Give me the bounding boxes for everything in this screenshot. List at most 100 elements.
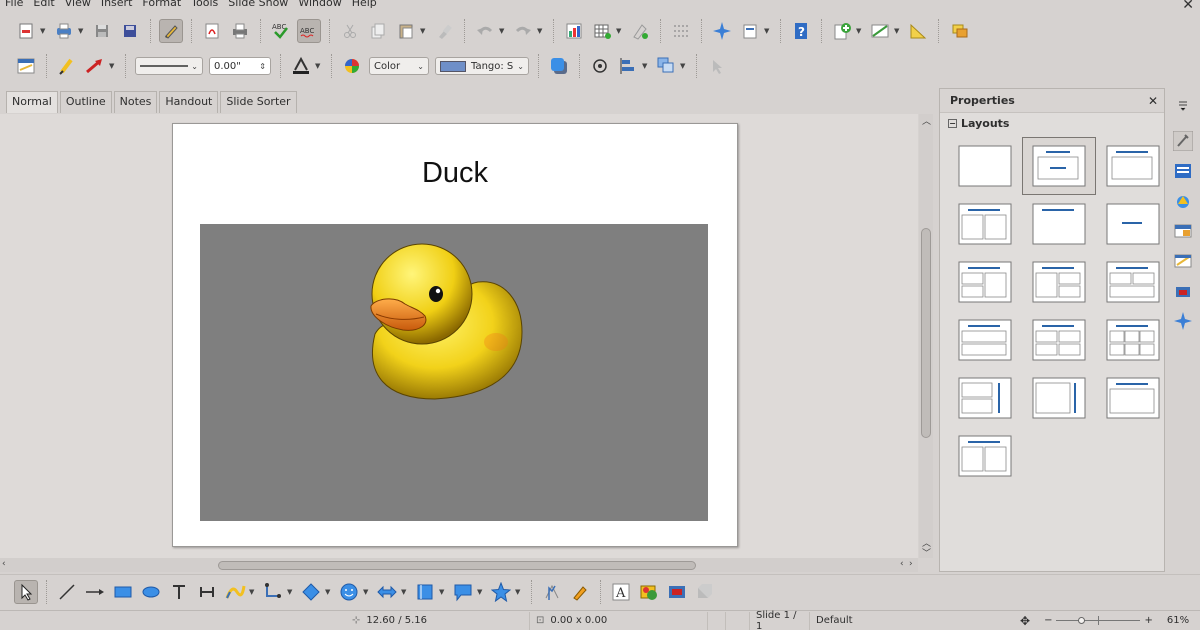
paste-dropdown-arrow[interactable]: ▼ bbox=[420, 27, 428, 35]
tab-slide-sorter[interactable]: Slide Sorter bbox=[220, 91, 297, 113]
zoom-slider[interactable] bbox=[1056, 615, 1141, 626]
area-style-select[interactable]: Color ⌄ bbox=[369, 57, 429, 75]
start-slideshow-button[interactable] bbox=[947, 19, 971, 43]
new-document-button[interactable] bbox=[14, 19, 38, 43]
points-button[interactable] bbox=[540, 580, 564, 604]
area-fill-button[interactable] bbox=[340, 54, 364, 78]
menu-file[interactable]: File bbox=[0, 0, 28, 8]
auto-spellcheck-button[interactable]: ABC bbox=[297, 19, 321, 43]
zoom-out-icon[interactable]: − bbox=[1044, 615, 1052, 626]
document-modified-indicator[interactable] bbox=[708, 611, 726, 630]
layouts-section-header[interactable]: − Layouts bbox=[940, 113, 1164, 133]
table-dropdown-arrow[interactable]: ▼ bbox=[616, 27, 624, 35]
line-color-dropdown-arrow[interactable]: ▼ bbox=[315, 62, 323, 70]
tab-handout[interactable]: Handout bbox=[159, 91, 219, 113]
collapse-icon[interactable]: − bbox=[948, 118, 957, 128]
scroll-up-icon[interactable]: ︿ bbox=[922, 114, 931, 127]
scroll-right-icon[interactable]: › bbox=[909, 559, 913, 569]
gallery-button[interactable] bbox=[665, 580, 689, 604]
flowchart-dropdown-arrow[interactable]: ▼ bbox=[439, 588, 447, 596]
zoom-in-icon[interactable]: + bbox=[1144, 615, 1152, 626]
line-color-button[interactable] bbox=[289, 54, 313, 78]
layout-vertical-right-1[interactable] bbox=[1022, 369, 1096, 427]
select-tool-button[interactable] bbox=[14, 579, 38, 604]
shadow-button[interactable] bbox=[547, 54, 571, 78]
tab-notes[interactable]: Notes bbox=[113, 91, 158, 113]
layout-title-4blocks[interactable] bbox=[1022, 311, 1096, 369]
cut-button[interactable] bbox=[338, 19, 362, 43]
line-button[interactable] bbox=[55, 54, 79, 78]
connector-dropdown-arrow[interactable]: ▼ bbox=[287, 588, 295, 596]
stars-dropdown-arrow[interactable]: ▼ bbox=[515, 588, 523, 596]
scroll-left-icon[interactable]: ‹ bbox=[2, 559, 6, 569]
block-arrows-dropdown-arrow[interactable]: ▼ bbox=[401, 588, 409, 596]
slide-transition-button[interactable] bbox=[906, 19, 930, 43]
undo-dropdown-arrow[interactable]: ▼ bbox=[499, 27, 507, 35]
spin-arrows-icon[interactable]: ⇕ bbox=[259, 62, 266, 71]
arrow-tool-button[interactable] bbox=[83, 580, 107, 604]
layout-title-only[interactable] bbox=[1022, 195, 1096, 253]
arrow-style-button[interactable] bbox=[83, 54, 107, 78]
line-style-select[interactable]: ⌄ bbox=[135, 57, 203, 75]
zoom-percent[interactable]: 61% bbox=[1167, 615, 1189, 626]
paste-button[interactable] bbox=[394, 19, 418, 43]
close-sidebar-icon[interactable]: ✕ bbox=[1148, 94, 1158, 108]
line-tool-button[interactable] bbox=[55, 580, 79, 604]
layout-title-2rows[interactable] bbox=[948, 311, 1022, 369]
layout-title-content[interactable] bbox=[1022, 137, 1096, 195]
glue-points-button[interactable] bbox=[568, 580, 592, 604]
curve-dropdown-arrow[interactable]: ▼ bbox=[249, 588, 257, 596]
callouts-button[interactable] bbox=[451, 580, 475, 604]
spelling-button[interactable]: ABC bbox=[269, 19, 293, 43]
interaction-button[interactable] bbox=[705, 54, 729, 78]
scroll-left-icon[interactable]: ‹ bbox=[900, 559, 904, 569]
ellipse-tool-button[interactable] bbox=[139, 580, 163, 604]
slide-transition-deck-icon[interactable] bbox=[1172, 220, 1194, 242]
tab-outline[interactable]: Outline bbox=[59, 91, 112, 113]
slide-design-button[interactable] bbox=[868, 19, 892, 43]
layout-title-4blocks-a[interactable] bbox=[1022, 253, 1096, 311]
text-tool-button[interactable] bbox=[167, 580, 191, 604]
menu-tools[interactable]: Tools bbox=[186, 0, 223, 8]
callouts-dropdown-arrow[interactable]: ▼ bbox=[477, 588, 485, 596]
slide-canvas[interactable]: Duck bbox=[172, 123, 738, 547]
layout-centered-text[interactable] bbox=[1096, 195, 1170, 253]
menu-format[interactable]: Format bbox=[137, 0, 186, 8]
insert-chart-button[interactable] bbox=[562, 19, 586, 43]
slide-image[interactable] bbox=[200, 224, 708, 521]
horizontal-scroll-thumb[interactable] bbox=[218, 561, 696, 570]
export-pdf-button[interactable] bbox=[200, 19, 224, 43]
basic-shapes-dropdown-arrow[interactable]: ▼ bbox=[325, 588, 333, 596]
menu-view[interactable]: View bbox=[60, 0, 96, 8]
insert-table-button[interactable] bbox=[590, 19, 614, 43]
connector-tool-button[interactable] bbox=[261, 580, 285, 604]
arrange-dropdown-arrow[interactable]: ▼ bbox=[680, 62, 688, 70]
fontwork-button[interactable] bbox=[628, 19, 652, 43]
layout-title-2rows-left[interactable] bbox=[948, 253, 1022, 311]
copy-button[interactable] bbox=[366, 19, 390, 43]
align-button[interactable] bbox=[616, 54, 640, 78]
basic-shapes-button[interactable] bbox=[299, 580, 323, 604]
scroll-down-icon[interactable]: ﹀ bbox=[922, 546, 931, 559]
redo-dropdown-arrow[interactable]: ▼ bbox=[537, 27, 545, 35]
layout-title-2col[interactable] bbox=[948, 195, 1022, 253]
fontwork-gallery-button[interactable]: A bbox=[609, 580, 633, 604]
new-slide-button[interactable] bbox=[830, 19, 854, 43]
menu-slide-show[interactable]: Slide Show bbox=[223, 0, 293, 8]
master-page-field[interactable]: Default bbox=[810, 612, 1020, 630]
area-style-button[interactable] bbox=[14, 54, 38, 78]
symbol-shapes-button[interactable] bbox=[337, 580, 361, 604]
edit-mode-button[interactable] bbox=[159, 19, 183, 43]
layout-blank[interactable] bbox=[948, 137, 1022, 195]
stars-button[interactable] bbox=[489, 580, 513, 604]
arrange-button[interactable] bbox=[654, 54, 678, 78]
block-arrows-button[interactable] bbox=[375, 580, 399, 604]
tab-normal[interactable]: Normal bbox=[6, 91, 58, 113]
print-dropdown-arrow[interactable]: ▼ bbox=[78, 27, 86, 35]
arrow-style-dropdown-arrow[interactable]: ▼ bbox=[109, 62, 117, 70]
layout-title-only-b[interactable] bbox=[1096, 369, 1170, 427]
signature-field[interactable] bbox=[726, 611, 750, 630]
grid-button[interactable] bbox=[669, 19, 693, 43]
layout-vertical-right-2[interactable] bbox=[948, 369, 1022, 427]
extrusion-button[interactable] bbox=[693, 580, 717, 604]
